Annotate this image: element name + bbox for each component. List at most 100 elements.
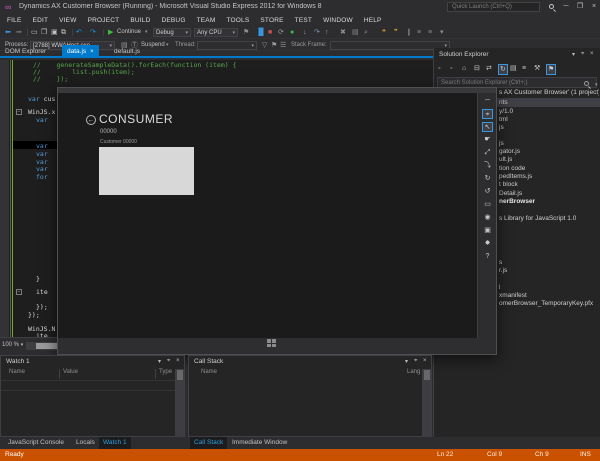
menu-help[interactable]: HELP	[364, 17, 382, 24]
rotate-counterclockwise-icon[interactable]: ↺	[482, 187, 493, 197]
output-window-icon[interactable]: ▤	[352, 28, 359, 37]
menu-team[interactable]: TEAM	[197, 17, 216, 24]
platform-combo[interactable]: Any CPU ▾	[194, 27, 238, 37]
uncomment-icon[interactable]: ❞	[394, 28, 398, 37]
navigate-backward-icon[interactable]: ⬅	[5, 28, 11, 37]
menu-view[interactable]: VIEW	[59, 17, 76, 24]
column-header-name[interactable]: Name	[9, 369, 25, 375]
close-tab-icon[interactable]: ×	[90, 49, 94, 55]
rotation-touch-icon[interactable]: ⤵	[482, 161, 493, 171]
always-on-top-icon[interactable]: ⌖	[482, 109, 493, 119]
collapse-all-icon[interactable]: ▤	[510, 64, 517, 73]
undo-icon[interactable]: ↶	[76, 28, 82, 37]
windows-button-icon[interactable]	[267, 339, 276, 347]
window-position-icon[interactable]: ▾	[572, 51, 575, 58]
continue-button[interactable]: Continue	[117, 28, 141, 37]
column-header-name[interactable]: Name	[201, 369, 217, 375]
window-position-icon[interactable]: ▾	[158, 358, 161, 365]
forward-icon[interactable]: ◦	[450, 64, 452, 73]
watch-scrollbar[interactable]	[175, 369, 184, 437]
tab-data-js[interactable]: data.js ×	[62, 45, 99, 58]
restart-icon[interactable]: ⟳	[278, 28, 284, 37]
navigate-forward-icon[interactable]: ➡	[16, 28, 22, 37]
help-icon[interactable]: ?	[482, 252, 493, 262]
tool-tab-call-stack[interactable]: Call Stack	[190, 437, 228, 449]
comment-icon[interactable]: ❝	[382, 28, 386, 37]
pinch-zoom-touch-icon[interactable]: ⤢	[482, 148, 493, 158]
close-icon[interactable]: ×	[176, 358, 180, 364]
properties-icon[interactable]: ⚒	[534, 64, 540, 73]
pin-icon[interactable]: ⌖	[414, 358, 417, 365]
menu-tools[interactable]: TOOLS	[226, 17, 249, 24]
menu-test[interactable]: TEST	[295, 17, 312, 24]
tool-tab-javascript-console[interactable]: JavaScript Console	[4, 437, 68, 449]
window-position-icon[interactable]: ▾	[405, 358, 408, 365]
breakpoint-margin[interactable]	[0, 60, 9, 337]
redo-icon[interactable]: ↷	[90, 28, 96, 37]
step-over-icon[interactable]: ↷	[314, 28, 320, 37]
column-header-type[interactable]: Type	[159, 369, 172, 375]
minimize-button[interactable]: ─	[560, 2, 572, 12]
sync-with-active-document-icon[interactable]: ↻	[498, 64, 508, 75]
step-into-icon[interactable]: ↓	[303, 28, 307, 37]
quick-launch-search-icon[interactable]	[549, 4, 554, 9]
code-fold-collapse-icon[interactable]: −	[16, 109, 22, 115]
set-location-icon[interactable]: ◉	[482, 213, 493, 223]
minimize-simulator-icon[interactable]: ─	[482, 96, 493, 106]
tab-dom-explorer[interactable]: DOM Explorer	[0, 45, 51, 58]
preview-selected-icon[interactable]: ⚑	[546, 64, 557, 75]
continue-icon[interactable]: ▶	[108, 28, 113, 37]
close-icon[interactable]: ×	[590, 51, 594, 57]
call-stack-scrollbar[interactable]	[422, 369, 431, 437]
copy-screenshot-icon[interactable]: ▣	[482, 226, 493, 236]
tool-tab-locals[interactable]: Locals	[72, 437, 99, 449]
call-stack-panel-header[interactable]: Call Stack ▾ ⌖ ×	[189, 356, 431, 368]
save-icon[interactable]: ▣	[51, 28, 58, 37]
hex-display-icon[interactable]: ✖	[340, 28, 346, 37]
pause-icon[interactable]: ▐▌	[256, 28, 266, 37]
switch-views-icon[interactable]: ⊟	[474, 64, 480, 73]
suspend-dropdown-icon[interactable]: ▾	[166, 41, 169, 50]
menu-project[interactable]: PROJECT	[88, 17, 120, 24]
menu-file[interactable]: FILE	[7, 17, 22, 24]
show-next-statement-icon[interactable]: ●	[290, 28, 294, 37]
debug-configuration-combo[interactable]: Debug ▾	[153, 27, 191, 37]
tab-default-js[interactable]: default.js	[109, 45, 145, 58]
menu-store[interactable]: STORE	[260, 17, 283, 24]
search-dropdown-icon[interactable]: ▾	[592, 80, 598, 88]
stop-icon[interactable]: ■	[268, 28, 272, 37]
close-button[interactable]: ×	[588, 2, 600, 12]
horizontal-scrollbar-thumb[interactable]	[36, 343, 58, 349]
pin-icon[interactable]: ⌖	[581, 51, 584, 58]
menu-edit[interactable]: EDIT	[33, 17, 49, 24]
find-icon[interactable]: ⌕	[364, 28, 368, 37]
outdent-icon[interactable]: ≡	[428, 28, 432, 37]
new-file-icon[interactable]: ▭	[31, 28, 38, 37]
column-header-value[interactable]: Value	[63, 369, 78, 375]
code-fold-collapse-icon[interactable]: −	[16, 289, 22, 295]
screenshot-settings-icon[interactable]: ✸	[482, 239, 493, 249]
indent-icon[interactable]: ≡	[417, 28, 421, 37]
change-resolution-icon[interactable]: ▭	[482, 200, 493, 210]
restore-button[interactable]: ❐	[574, 2, 586, 12]
menu-window[interactable]: WINDOW	[323, 17, 353, 24]
more-options-icon[interactable]: ▾	[440, 28, 444, 37]
app-back-button[interactable]: ←	[86, 115, 96, 125]
menu-build[interactable]: BUILD	[130, 17, 150, 24]
save-all-icon[interactable]: ⧉	[61, 28, 66, 37]
flagged-threads-icon[interactable]: ⚑	[271, 41, 277, 50]
basic-touch-mode-icon[interactable]: ☛	[482, 135, 493, 145]
continue-dropdown-icon[interactable]: ▾	[145, 28, 148, 37]
home-icon[interactable]: ⌂	[462, 64, 466, 73]
stack-frame-combo[interactable]: ▾	[330, 40, 450, 50]
bookmark-icon[interactable]: ❙	[406, 28, 412, 37]
breakpoint-window-icon[interactable]: ⚑	[243, 28, 249, 37]
filter-threads-icon[interactable]: ▽	[262, 41, 267, 50]
mouse-mode-icon[interactable]: ↖	[482, 122, 493, 132]
close-icon[interactable]: ×	[423, 358, 427, 364]
menu-debug[interactable]: DEBUG	[161, 17, 185, 24]
pin-icon[interactable]: ⌖	[167, 358, 170, 365]
watch-panel-header[interactable]: Watch 1 ▾ ⌖ ×	[1, 356, 184, 368]
quick-launch-input[interactable]: Quick Launch (Ctrl+Q)	[447, 2, 540, 12]
step-out-icon[interactable]: ↑	[325, 28, 329, 37]
